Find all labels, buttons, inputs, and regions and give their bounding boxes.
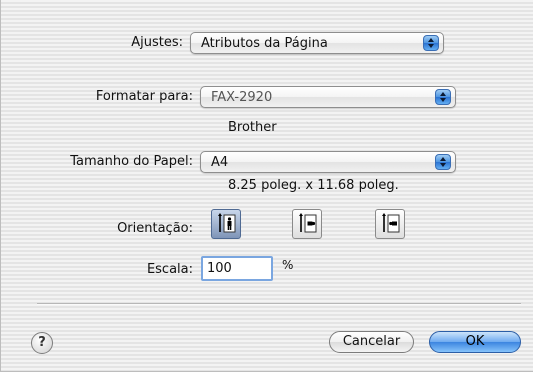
orientation-reverse-landscape-button[interactable]	[375, 209, 405, 239]
settings-popup-value: Atributos da Página	[201, 36, 328, 51]
orientation-label: Orientação:	[117, 221, 193, 236]
settings-popup[interactable]: Atributos da Página	[190, 32, 444, 54]
cancel-button[interactable]: Cancelar	[329, 331, 414, 353]
printer-vendor-text: Brother	[228, 120, 277, 135]
separator	[37, 303, 521, 305]
ok-button[interactable]: OK	[429, 331, 521, 353]
page-setup-dialog: Ajustes: Atributos da Página Formatar pa…	[0, 0, 533, 372]
paper-size-label: Tamanho do Papel:	[70, 154, 193, 169]
scale-label: Escala:	[146, 262, 193, 277]
scale-input[interactable]: 100	[201, 256, 273, 281]
popup-arrows-icon	[435, 89, 451, 105]
paper-dimensions-text: 8.25 poleg. x 11.68 poleg.	[228, 178, 399, 193]
scale-unit-text: %	[282, 258, 294, 272]
landscape-orientation-icon	[299, 213, 317, 233]
orientation-portrait-button[interactable]	[211, 209, 241, 239]
popup-arrows-icon	[435, 154, 451, 170]
orientation-landscape-button[interactable]	[292, 209, 322, 239]
settings-label: Ajustes:	[131, 35, 183, 50]
popup-arrows-icon	[423, 35, 439, 51]
format-for-popup[interactable]: FAX-2920	[200, 86, 456, 108]
reverse-landscape-orientation-icon	[382, 213, 400, 233]
format-for-label: Formatar para:	[95, 89, 193, 104]
paper-size-popup-value: A4	[211, 155, 229, 170]
paper-size-popup[interactable]: A4	[200, 151, 456, 173]
help-icon: ?	[38, 335, 46, 350]
help-button[interactable]: ?	[31, 332, 53, 354]
format-for-popup-value: FAX-2920	[211, 90, 273, 105]
portrait-orientation-icon	[218, 213, 236, 233]
